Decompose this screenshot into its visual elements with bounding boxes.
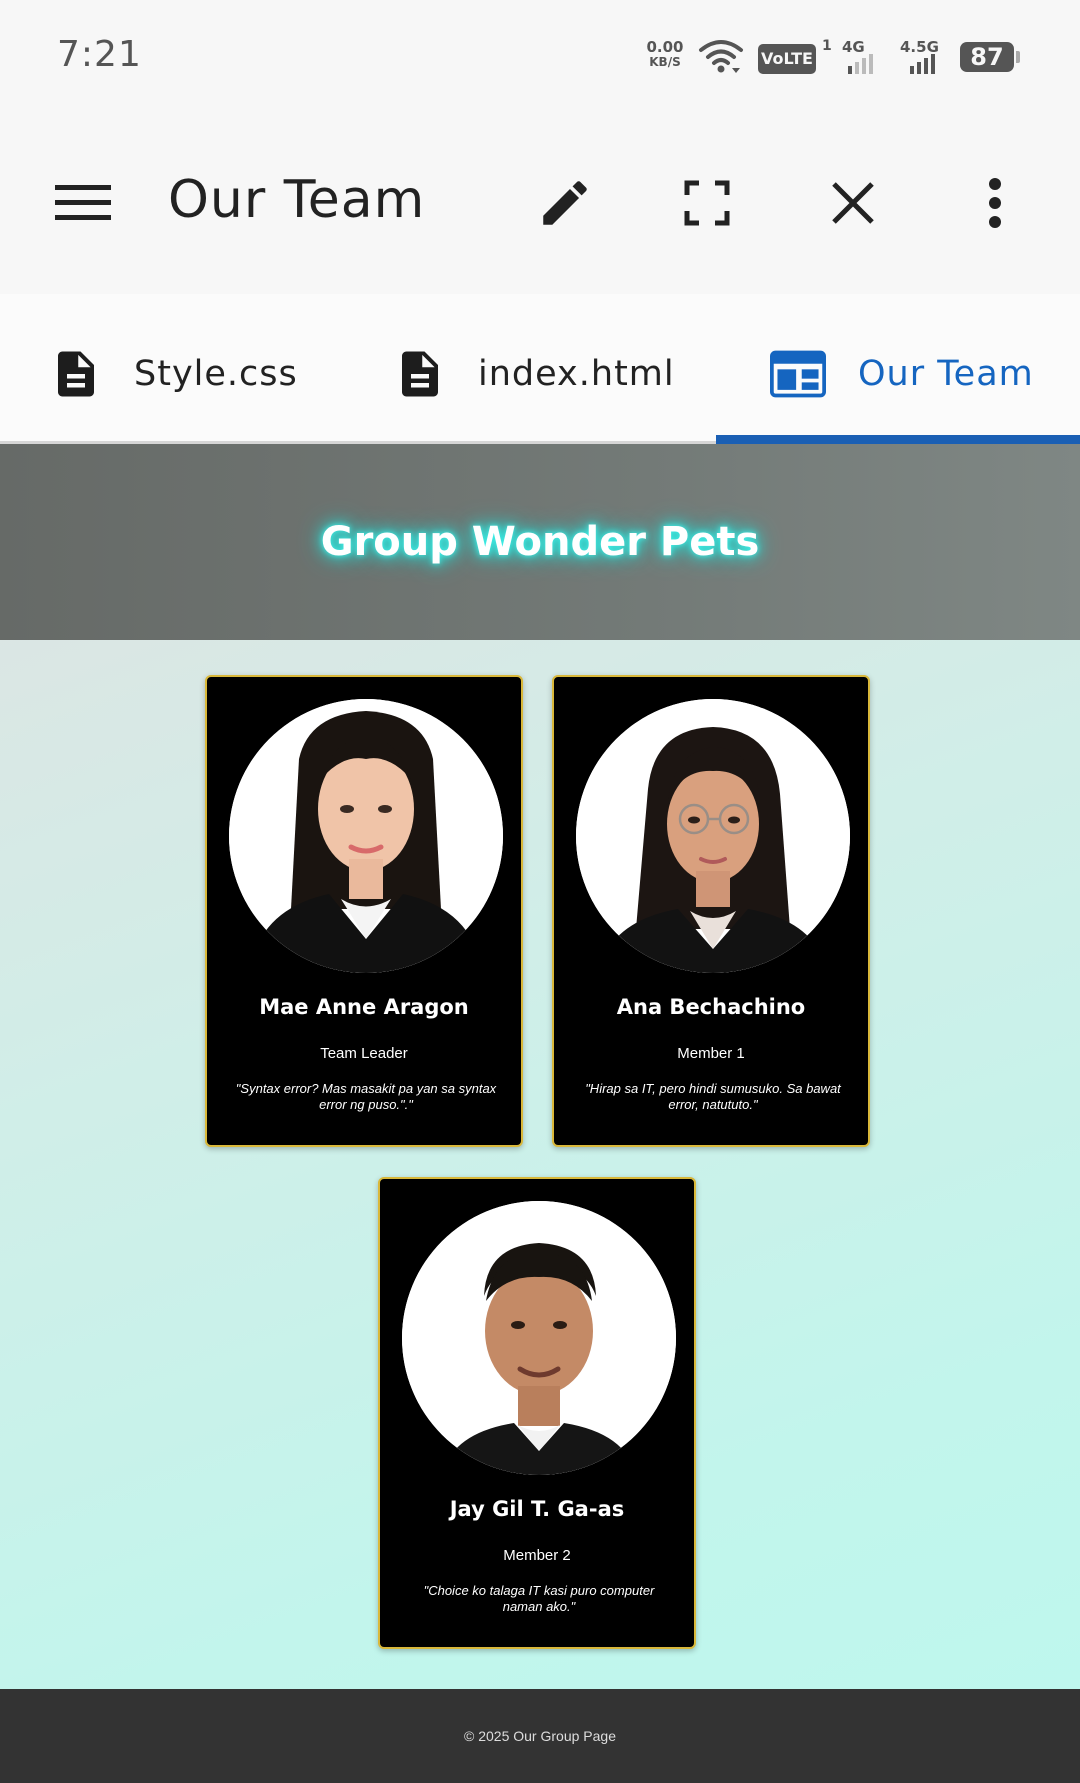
member-name: Ana Bechachino: [616, 995, 806, 1019]
status-bar: 7:21 0.00 KB/S VoLTE 1 4G 4.5G 87: [0, 0, 1080, 118]
member-quote: "Syntax error? Mas masakit pa yan sa syn…: [235, 1081, 497, 1112]
close-icon: [832, 182, 874, 224]
network-type-1: 4G: [842, 38, 865, 56]
member-photo: [576, 699, 850, 973]
menu-button[interactable]: [52, 180, 114, 226]
tab-label: Our Team: [858, 354, 1034, 394]
member-name: Mae Anne Aragon: [259, 995, 469, 1019]
tab-label: index.html: [478, 354, 675, 394]
fullscreen-icon: [684, 180, 730, 226]
close-button[interactable]: [818, 168, 888, 238]
battery-icon: 87: [960, 42, 1014, 72]
edit-icon: [543, 181, 587, 225]
tab-index-html[interactable]: index.html: [392, 344, 675, 404]
volte-sim-number: 1: [822, 38, 832, 54]
more-options-button[interactable]: [960, 168, 1030, 238]
editor-tab-bar: Style.css index.html Our Team: [0, 294, 1080, 444]
app-bar: Our Team: [0, 118, 1080, 294]
status-time: 7:21: [57, 34, 142, 75]
data-speed-value: 0.00: [646, 38, 684, 56]
member-photo: [229, 699, 503, 973]
member-card: Jay Gil T. Ga-as Member 2 "Choice ko tal…: [378, 1177, 696, 1649]
member-card: Ana Bechachino Member 1 "Hirap sa IT, pe…: [552, 675, 870, 1147]
member-role: Member 2: [503, 1547, 571, 1564]
member-card: Mae Anne Aragon Team Leader "Syntax erro…: [205, 675, 523, 1147]
footer-copyright: © 2025 Our Group Page: [464, 1728, 616, 1744]
wifi-icon: [699, 40, 743, 73]
app-title: Our Team: [168, 170, 426, 230]
data-speed-unit: KB/S: [649, 55, 681, 69]
volte-badge: VoLTE: [758, 44, 816, 74]
site-header: Group Wonder Pets: [0, 444, 1080, 640]
web-preview-icon: [770, 346, 826, 402]
web-preview: Group Wonder Pets Mae Anne Aragon Team L…: [0, 444, 1080, 1783]
more-vert-icon: [989, 178, 1001, 228]
edit-button[interactable]: [530, 168, 600, 238]
member-quote: "Choice ko talaga IT kasi puro computer …: [423, 1583, 655, 1614]
status-icons: 0.00 KB/S VoLTE 1 4G 4.5G 87: [640, 38, 1050, 84]
data-speed-indicator: 0.00 KB/S: [642, 40, 688, 70]
site-title: Group Wonder Pets: [320, 519, 760, 565]
member-role: Team Leader: [320, 1045, 408, 1062]
menu-icon: [55, 185, 111, 220]
fullscreen-button[interactable]: [672, 168, 742, 238]
member-photo: [402, 1201, 676, 1475]
member-name: Jay Gil T. Ga-as: [449, 1497, 625, 1521]
member-role: Member 1: [677, 1045, 745, 1062]
active-tab-indicator: [716, 435, 1080, 444]
member-quote: "Hirap sa IT, pero hindi sumusuko. Sa ba…: [585, 1081, 841, 1112]
signal-4g-icon: 4G: [842, 38, 882, 74]
document-icon: [48, 346, 104, 402]
battery-tip: [1016, 51, 1020, 63]
tab-label: Style.css: [134, 354, 298, 394]
signal-45g-icon: 4.5G: [900, 38, 950, 74]
document-icon: [392, 346, 448, 402]
site-footer: © 2025 Our Group Page: [0, 1689, 1080, 1783]
tab-style-css[interactable]: Style.css: [48, 344, 298, 404]
tab-our-team-preview[interactable]: Our Team: [770, 344, 1034, 404]
